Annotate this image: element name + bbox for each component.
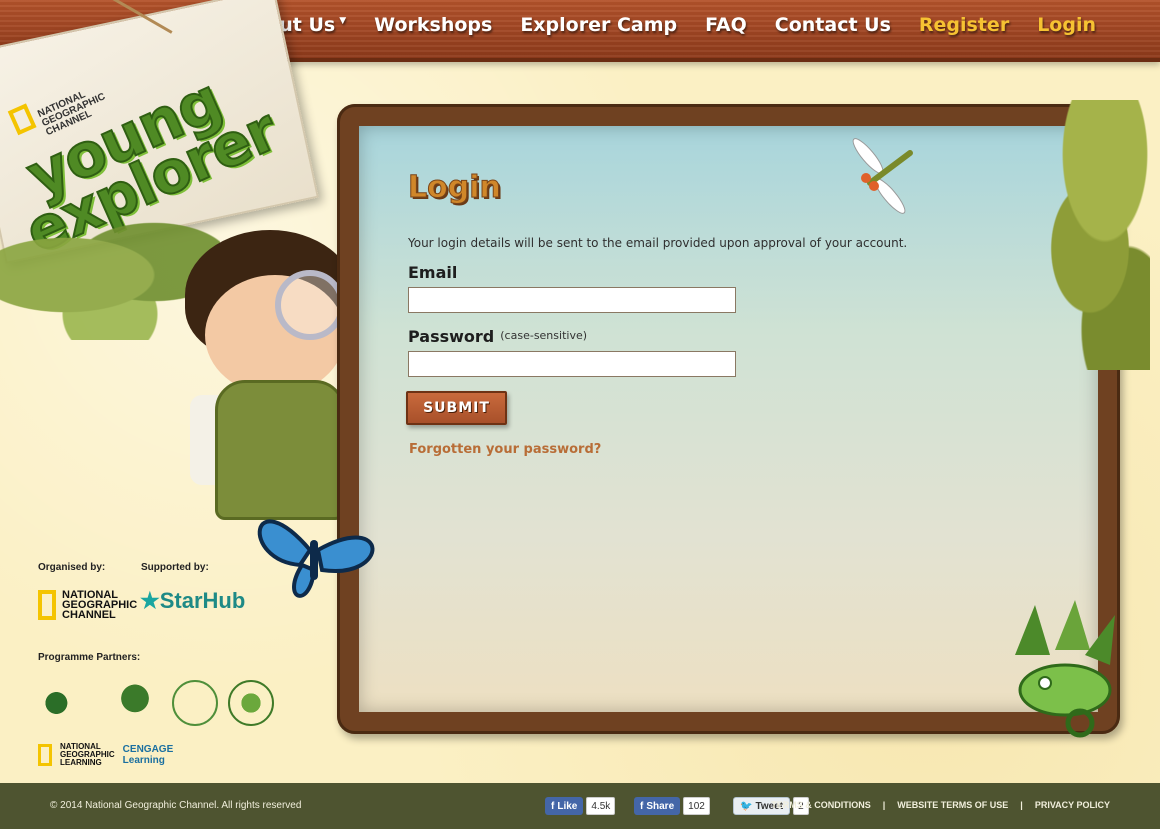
partner-ground-up-logo[interactable]	[228, 680, 274, 726]
footer-links: TERMS & CONDITIONS | WEBSITE TERMS OF US…	[771, 800, 1110, 810]
cengage-text: CENGAGE Learning	[122, 744, 174, 766]
partner-ecofrenz-logo[interactable]	[172, 680, 218, 726]
copyright-text: © 2014 National Geographic Channel. All …	[50, 800, 302, 811]
footer: © 2014 National Geographic Channel. All …	[0, 783, 1160, 829]
website-terms-link[interactable]: WEBSITE TERMS OF USE	[897, 800, 1008, 810]
password-label: Password (case-sensitive)	[408, 327, 587, 346]
starhub-text: StarHub	[159, 588, 246, 613]
foliage-right	[1000, 100, 1150, 370]
footer-separator: |	[882, 800, 886, 810]
share-count: 102	[683, 797, 710, 815]
password-hint: (case-sensitive)	[500, 329, 588, 342]
facebook-like-button[interactable]: f Like	[545, 797, 584, 815]
ng-yellow-frame-icon	[38, 590, 56, 620]
nav-workshops[interactable]: Workshops	[360, 14, 506, 36]
login-note: Your login details will be sent to the e…	[408, 236, 908, 250]
partner-national-parks-logo[interactable]	[38, 680, 84, 726]
dragonfly-icon	[852, 138, 913, 214]
submit-button[interactable]: SUBMIT	[406, 391, 507, 425]
ng-learning-text: NATIONAL GEOGRAPHIC LEARNING	[60, 742, 115, 767]
nav-contact-us[interactable]: Contact Us	[761, 14, 905, 36]
nav-register[interactable]: Register	[905, 14, 1023, 36]
facebook-share-button[interactable]: f Share	[634, 797, 681, 815]
like-count: 4.5k	[586, 797, 616, 815]
star-icon: ★	[140, 588, 160, 613]
nav-login[interactable]: Login	[1023, 14, 1110, 36]
email-label: Email	[408, 263, 458, 282]
nav-explorer-camp[interactable]: Explorer Camp	[506, 14, 691, 36]
organised-by-label: Organised by:	[38, 562, 106, 573]
footer-separator: |	[1020, 800, 1023, 810]
password-field[interactable]	[408, 351, 736, 377]
main-nav: About Us ▼ Workshops Explorer Camp FAQ Co…	[224, 14, 1110, 36]
email-field[interactable]	[408, 287, 736, 313]
programme-partners-label: Programme Partners:	[38, 652, 141, 663]
sponsor-national-geographic[interactable]: NATIONAL GEOGRAPHIC CHANNEL	[38, 589, 138, 621]
terms-conditions-link[interactable]: TERMS & CONDITIONS	[771, 800, 871, 810]
password-label-text: Password	[408, 327, 495, 346]
forgot-password-link[interactable]: Forgotten your password?	[409, 442, 601, 457]
nav-faq[interactable]: FAQ	[691, 14, 761, 36]
sponsor-starhub[interactable]: ★StarHub	[140, 588, 245, 614]
partner-ng-cengage[interactable]: NATIONAL GEOGRAPHIC LEARNING CENGAGE Lea…	[38, 743, 173, 767]
privacy-policy-link[interactable]: PRIVACY POLICY	[1035, 800, 1110, 810]
supported-by-label: Supported by:	[141, 562, 209, 573]
facebook-icon: f	[640, 800, 644, 812]
twitter-icon: 🐦	[740, 800, 753, 812]
partner-nature-society-logo[interactable]	[112, 680, 158, 726]
facebook-like-widget: f Like 4.5k	[545, 797, 616, 815]
facebook-share-widget: f Share 102	[634, 797, 710, 815]
chameleon-icon	[1015, 600, 1115, 738]
ng-yellow-frame-icon	[7, 103, 37, 136]
login-title: Login	[408, 170, 502, 206]
facebook-icon: f	[551, 800, 555, 812]
caret-down-icon: ▼	[339, 16, 347, 26]
ng-sponsor-text: NATIONAL GEOGRAPHIC CHANNEL	[62, 589, 138, 621]
butterfly-icon	[257, 519, 375, 598]
magnifying-glass-icon	[275, 270, 345, 340]
ng-yellow-frame-icon	[38, 744, 52, 766]
